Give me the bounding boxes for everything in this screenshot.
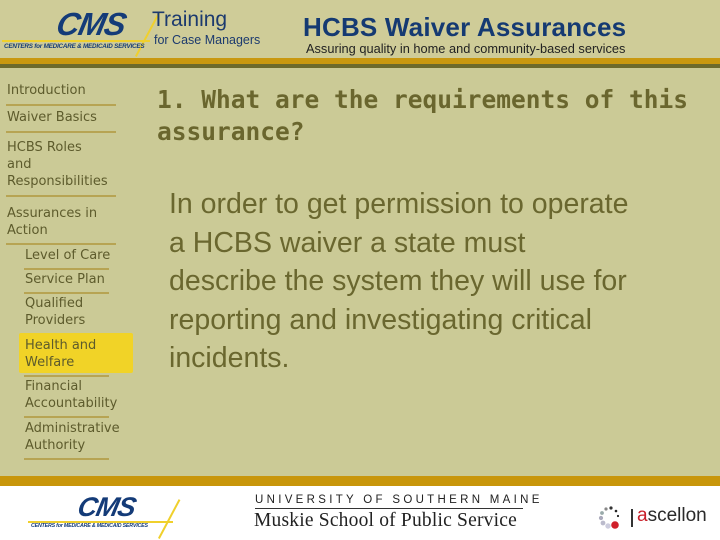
nav-divider [6,243,116,245]
nav-item-qualified-providers[interactable]: Qualified Providers [25,295,133,329]
cms-logo: CMS CENTERS for MEDICARE & MEDICAID SERV… [0,0,161,58]
nav-item-label: Waiver Basics [7,110,97,125]
nav-item-assurances-in-action[interactable]: Assurances in Action [6,205,117,245]
nav-divider [24,292,109,294]
nav-item-label: Health and Welfare [25,338,97,370]
ascellon-separator [631,509,633,527]
training-title: Training [152,8,228,31]
ascellon-wordmark-initial: a [637,505,648,526]
sidebar-nav: Introduction Waiver Basics HCBS Roles an… [0,68,140,476]
question-heading: 1. What are the requirements of this ass… [157,85,689,146]
ascellon-wordmark: ascellon [637,505,707,527]
footer-divider [0,476,720,486]
nav-divider [6,131,116,133]
university-name: UNIVERSITY OF SOUTHERN MAINE [255,494,543,506]
answer-text: In order to get permission to operate a … [169,188,629,374]
nav-item-introduction[interactable]: Introduction [6,82,117,106]
nav-item-label: HCBS Roles and Responsibilities [7,140,108,189]
nav-item-label: Financial Accountability [25,379,118,411]
nav-item-label: Qualified Providers [25,296,86,328]
logo-swoosh [158,499,181,539]
nav-divider [24,416,109,418]
cms-logo-word: CMS [53,6,130,42]
university-rule [255,508,523,509]
school-name: Muskie School of Public Service [254,510,517,531]
training-subtitle: for Case Managers [154,33,261,47]
nav-divider [6,104,116,106]
header-banner: CMS CENTERS for MEDICARE & MEDICAID SERV… [0,0,720,68]
nav-item-financial-accountability[interactable]: Financial Accountability [24,378,133,418]
nav-item-administrative-authority[interactable]: Administrative Authority [24,420,133,460]
ascellon-dots-icon [598,506,620,529]
nav-item-label: Level of Care [25,248,111,263]
ascellon-logo: ascellon [598,505,708,531]
nav-item-level-of-care[interactable]: Level of Care [24,247,133,270]
nav-item-label: Introduction [7,83,86,98]
nav-item-service-plan[interactable]: Service Plan [24,271,133,294]
footer-logos: CMS CENTERS for MEDICARE & MEDICAID SERV… [0,486,720,540]
nav-divider [24,375,109,377]
course-title: HCBS Waiver Assurances [303,12,627,42]
cms-logo-tagline: CENTERS for MEDICARE & MEDICAID SERVICES [31,523,148,529]
nav-divider [24,268,109,270]
nav-item-label: Service Plan [25,272,105,287]
cms-logo-tagline: CENTERS for MEDICARE & MEDICAID SERVICES [4,43,145,50]
course-subtitle: Assuring quality in home and community-b… [306,41,626,56]
nav-item-label: Assurances in Action [7,206,98,238]
nav-item-health-and-welfare[interactable]: Health and Welfare [19,333,133,377]
nav-item-waiver-basics[interactable]: Waiver Basics [6,109,117,133]
nav-divider [6,195,116,197]
ascellon-wordmark-rest: scellon [647,505,707,526]
nav-divider [24,458,109,460]
nav-item-label: Administrative Authority [25,421,120,453]
nav-item-hcbs-roles[interactable]: HCBS Roles and Responsibilities [6,139,117,197]
cms-logo-word: CMS [74,492,139,522]
cms-footer-logo: CMS CENTERS for MEDICARE & MEDICAID SERV… [28,492,181,539]
content-area: 1. What are the requirements of this ass… [140,68,720,476]
